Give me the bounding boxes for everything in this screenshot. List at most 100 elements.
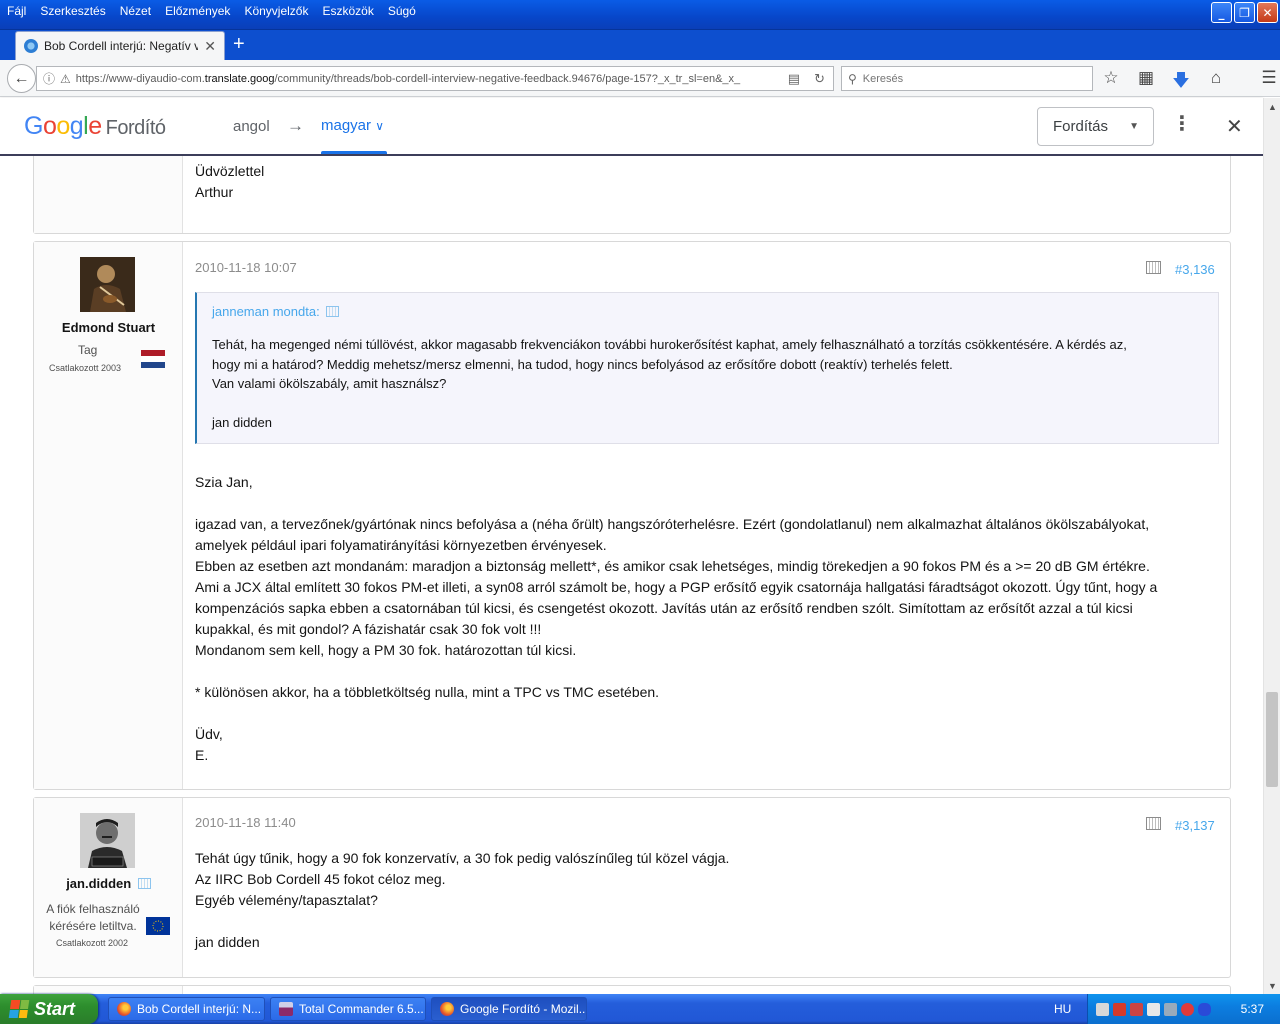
share-icon[interactable]	[1146, 261, 1161, 274]
bookmark-star-icon[interactable]: ☆	[1100, 68, 1122, 97]
insecure-lock-icon[interactable]: ⚠	[60, 72, 71, 86]
post-line: Ebben az esetben azt mondanám: maradjon …	[195, 558, 1150, 574]
new-tab-button[interactable]: +	[233, 33, 245, 55]
menu-view[interactable]: Nézet	[113, 0, 158, 22]
home-icon[interactable]: ⌂	[1205, 68, 1227, 97]
menu-bookmarks[interactable]: Könyvjelzők	[237, 0, 315, 22]
caret-down-icon: ▼	[1129, 121, 1139, 132]
vertical-scrollbar[interactable]: ▲ ▼	[1263, 98, 1280, 994]
search-input[interactable]	[862, 72, 1083, 85]
close-window-button[interactable]: ✕	[1257, 2, 1278, 23]
avatar[interactable]	[80, 813, 135, 868]
user-title: Tag	[78, 343, 98, 357]
more-options-icon[interactable]: ⋮	[1172, 114, 1192, 134]
bluetooth-icon[interactable]	[1198, 1002, 1211, 1016]
post-sidebar: Edmond Stuart Tag Csatlakozott 2003	[34, 242, 183, 789]
network-tray-icon[interactable]	[1164, 1002, 1177, 1016]
url-bar[interactable]: ⓘ ⚠ https://www-diyaudio-com.translate.g…	[36, 66, 834, 91]
quote-expand-icon[interactable]	[326, 306, 340, 317]
quote-line	[212, 394, 1203, 414]
post-number[interactable]: #3,137	[1175, 818, 1215, 833]
user-title: A fiók felhasználó kérésére letiltva.	[42, 901, 144, 935]
scroll-down-arrow-icon[interactable]: ▼	[1264, 977, 1280, 994]
antivirus-tray-icon[interactable]	[1181, 1002, 1194, 1016]
taskbar-firefox-diyaudio[interactable]: Bob Cordell interjú: N...	[108, 997, 265, 1021]
google-translate-bar: Google Fordító angol → magyar ∨ Fordítás …	[0, 98, 1263, 156]
translation-mode-dropdown[interactable]: Fordítás ▼	[1037, 107, 1154, 146]
post-body: Tehát úgy tűnik, hogy a 90 fok konzervat…	[195, 848, 1218, 953]
tab-close-icon[interactable]: ✕	[204, 38, 216, 55]
avatar[interactable]	[80, 257, 135, 312]
menu-tools[interactable]: Eszközök	[315, 0, 380, 22]
chevron-down-icon: ∨	[375, 119, 384, 133]
user-name[interactable]: jan.didden	[34, 876, 183, 891]
user-joined: Csatlakozott 2002	[56, 938, 129, 948]
windows-taskbar: Start Bob Cordell interjú: N... Total Co…	[0, 994, 1280, 1024]
menu-history[interactable]: Előzmények	[158, 0, 237, 22]
target-language-underline	[321, 151, 387, 154]
eu-flag-icon	[146, 917, 170, 935]
post-number[interactable]: #3,136	[1175, 262, 1215, 277]
pen-tool-tray-icon[interactable]	[1096, 1002, 1109, 1016]
source-language[interactable]: angol	[233, 118, 270, 135]
user-card-icon[interactable]	[137, 878, 151, 889]
input-language[interactable]: HU	[1054, 994, 1071, 1024]
post-line: Üdv,	[195, 726, 223, 742]
volume-speaker-icon[interactable]	[1147, 1002, 1160, 1016]
info-icon[interactable]: ⓘ	[43, 70, 55, 87]
post-line: igazad van, a tervezőnek/gyártónak nincs…	[195, 516, 1150, 532]
tab-strip: Bob Cordell interjú: Negatív vi... ✕ +	[0, 30, 1280, 60]
target-language[interactable]: magyar ∨	[321, 117, 384, 134]
post-sidebar	[34, 986, 183, 994]
post-3136: Edmond Stuart Tag Csatlakozott 2003 2010…	[33, 241, 1231, 790]
tab-title: Bob Cordell interjú: Negatív vi...	[44, 39, 199, 53]
back-arrow-icon: ←	[13, 69, 30, 87]
post-line: Arthur	[195, 184, 234, 200]
google-translate-logo[interactable]: Google Fordító	[24, 112, 166, 141]
minimize-button[interactable]: _	[1211, 2, 1232, 23]
post-date[interactable]: 2010-11-18 10:07	[195, 260, 297, 275]
url-text[interactable]: https://www-diyaudio-com.translate.goog/…	[76, 73, 783, 85]
window-controls: _ ❐ ✕	[1211, 2, 1278, 23]
collapse-translate-bar-icon[interactable]: ✕	[1226, 114, 1243, 139]
taskbar-total-commander[interactable]: Total Commander 6.5...	[270, 997, 426, 1021]
search-bar[interactable]: ⚲	[841, 66, 1093, 91]
post-line	[195, 703, 1218, 724]
menu-edit[interactable]: Szerkesztés	[33, 0, 112, 22]
tab-active[interactable]: Bob Cordell interjú: Negatív vi... ✕	[15, 31, 225, 60]
firefox-icon	[440, 1002, 454, 1016]
firefox-icon	[117, 1002, 131, 1016]
restore-button[interactable]: ❐	[1234, 2, 1255, 23]
post-body: Szia Jan, igazad van, a tervezőnek/gyárt…	[195, 472, 1218, 766]
quote-body: Tehát, ha megenged némi túllövést, akkor…	[212, 335, 1203, 433]
clock[interactable]: 5:37	[1241, 1002, 1280, 1016]
quote-line: jan didden	[212, 415, 272, 430]
reader-view-icon[interactable]: ▤	[788, 71, 800, 87]
post-line: * különösen akkor, ha a többletköltség n…	[195, 684, 660, 700]
download-icon[interactable]: 🡇	[1170, 68, 1192, 97]
menu-bar: Fájl Szerkesztés Nézet Előzmények Könyvj…	[0, 0, 423, 22]
scrollbar-thumb[interactable]	[1266, 692, 1278, 787]
menu-help[interactable]: Súgó	[381, 0, 423, 22]
scroll-up-arrow-icon[interactable]: ▲	[1264, 98, 1280, 115]
hamburger-menu-icon[interactable]: ☰	[1258, 68, 1280, 97]
start-button[interactable]: Start	[0, 994, 98, 1024]
post-date[interactable]: 2010-11-18 11:40	[195, 815, 296, 830]
user-name[interactable]: Edmond Stuart	[34, 320, 183, 335]
quote-header[interactable]: janneman mondta:	[212, 304, 340, 319]
antivirus-shield-icon[interactable]	[1113, 1002, 1126, 1016]
menu-file[interactable]: Fájl	[0, 0, 33, 22]
reload-icon[interactable]: ↻	[814, 71, 825, 87]
bookmarks-library-icon[interactable]: ▦	[1135, 68, 1157, 97]
post-3137: jan.didden A fiók felhasználó kérésére l…	[33, 797, 1231, 978]
search-icon: ⚲	[848, 71, 857, 86]
share-icon[interactable]	[1146, 817, 1161, 830]
toolbar-icons: ☆ ▦ 🡇 ⌂ ☰	[1100, 68, 1280, 97]
post-line	[195, 493, 1218, 514]
back-button[interactable]: ←	[7, 64, 36, 93]
quote-block: janneman mondta: Tehát, ha megenged némi…	[195, 292, 1219, 444]
security-shield-icon[interactable]	[1130, 1002, 1143, 1016]
previous-post: Üdvözlettel Arthur	[33, 156, 1231, 234]
quote-line: Tehát, ha megenged némi túllövést, akkor…	[212, 337, 1127, 352]
taskbar-firefox-translate[interactable]: Google Fordító - Mozil...	[431, 997, 587, 1021]
